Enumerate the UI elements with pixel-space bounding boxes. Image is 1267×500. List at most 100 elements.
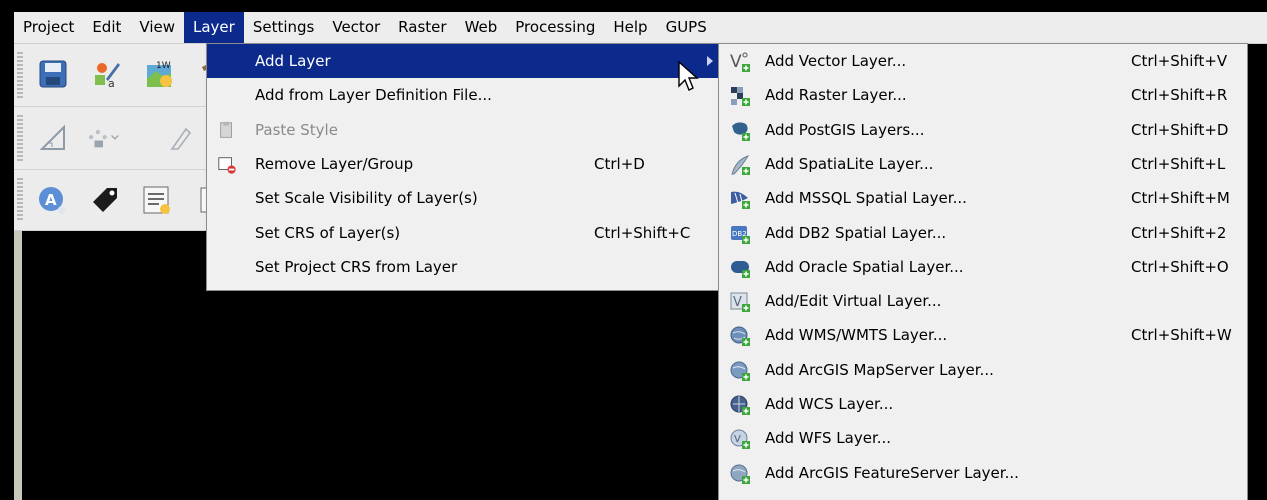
add-layer-submenu-item[interactable]: Add PostGIS Layers... Ctrl+Shift+D (719, 113, 1247, 147)
layer-menu-item-label: Set Scale Visibility of Layer(s) (255, 189, 478, 208)
add-layer-submenu-item[interactable]: Add ArcGIS MapServer Layer... (719, 353, 1247, 387)
digitize-node-icon[interactable] (86, 121, 120, 155)
layer-menu-item[interactable]: Set Project CRS from Layer (207, 250, 721, 284)
layer-menu-item-label: Set Project CRS from Layer (255, 257, 458, 276)
toolbar-digitizing (14, 107, 234, 170)
menu-project[interactable]: Project (14, 12, 83, 43)
menu-help[interactable]: Help (604, 12, 656, 43)
layer-menu-item[interactable]: Set Scale Visibility of Layer(s) (207, 181, 721, 215)
toolbar-project: a 1W (14, 44, 234, 107)
layer-menu-item[interactable]: Add Layer (207, 44, 721, 78)
add-layer-submenu-item[interactable]: Add ArcGIS FeatureServer Layer... (719, 456, 1247, 490)
svg-text:1W: 1W (156, 61, 171, 71)
menu-processing[interactable]: Processing (506, 12, 604, 43)
add-layer-submenu-item-label: Add WMS/WMTS Layer... (765, 326, 948, 345)
menu-view[interactable]: View (130, 12, 184, 43)
menu-vector[interactable]: Vector (323, 12, 389, 43)
add-layer-submenu-item[interactable]: V Add Vector Layer... Ctrl+Shift+V (719, 44, 1247, 78)
map-canvas[interactable] (14, 231, 214, 500)
add-layer-submenu-item-label: Add DB2 Spatial Layer... (765, 223, 947, 242)
layer-menu-dropdown: Add Layer Add from Layer Definition File.… (206, 43, 722, 291)
add-layer-submenu-item-shortcut: Ctrl+Shift+W (1131, 326, 1232, 345)
add-layer-submenu-item-shortcut: Ctrl+Shift+2 (1131, 223, 1227, 242)
add-layer-submenu-item-shortcut: Ctrl+Shift+M (1131, 189, 1230, 208)
postgis-icon (730, 120, 752, 142)
layer-menu-item[interactable]: Set CRS of Layer(s) Ctrl+Shift+C (207, 216, 721, 250)
layer-menu-item-label: Paste Style (255, 120, 338, 139)
spatialite-icon (730, 154, 752, 176)
wcs-globe-icon (730, 394, 752, 416)
add-layer-submenu-item-label: Add MSSQL Spatial Layer... (765, 189, 967, 208)
layer-menu-item[interactable]: Add from Layer Definition File... (207, 78, 721, 112)
toolbar-labels: A (14, 170, 234, 231)
wfs-globe-icon: V (730, 428, 752, 450)
add-layer-submenu-item-shortcut: Ctrl+Shift+O (1131, 257, 1229, 276)
add-layer-submenu-item[interactable]: Add Raster Layer... Ctrl+Shift+R (719, 78, 1247, 112)
add-layer-submenu-item-label: Add SpatiaLite Layer... (765, 154, 934, 173)
remove-layer-icon (217, 155, 237, 175)
clipboard-icon (217, 121, 237, 141)
mouse-cursor-icon (678, 60, 699, 91)
svg-text:A: A (45, 191, 57, 209)
measure-icon[interactable] (36, 121, 70, 155)
layer-menu-item: Paste Style (207, 113, 721, 147)
new-map-icon[interactable]: 1W (142, 57, 176, 91)
attribute-table-icon[interactable] (140, 183, 174, 217)
label-icon[interactable]: A (36, 183, 70, 217)
add-layer-submenu-item[interactable]: Add WMS/WMTS Layer... Ctrl+Shift+W (719, 318, 1247, 352)
add-layer-submenu-item[interactable]: Add MSSQL Spatial Layer... Ctrl+Shift+M (719, 181, 1247, 215)
layer-menu-item-label: Add Layer (255, 52, 331, 70)
raster-layer-icon (730, 85, 752, 107)
virtual-layer-icon: V (730, 291, 752, 313)
menu-gups[interactable]: GUPS (657, 12, 716, 43)
toolbar-grip[interactable] (17, 178, 23, 222)
layer-menu-item-label: Set CRS of Layer(s) (255, 223, 401, 242)
map-canvas-edge (14, 231, 22, 500)
qgis-window: Project Edit View Layer Settings Vector … (14, 12, 1267, 500)
add-layer-submenu-item-label: Add Oracle Spatial Layer... (765, 257, 964, 276)
add-layer-submenu-item[interactable]: Add SpatiaLite Layer... Ctrl+Shift+L (719, 147, 1247, 181)
menu-raster[interactable]: Raster (389, 12, 455, 43)
add-layer-submenu-item-label: Add ArcGIS FeatureServer Layer... (765, 463, 1019, 482)
oracle-icon (730, 257, 752, 279)
add-layer-submenu-item-shortcut: Ctrl+Shift+D (1131, 120, 1229, 139)
add-layer-submenu-item-label: Add PostGIS Layers... (765, 120, 925, 139)
add-layer-submenu-item[interactable]: V Add/Edit Virtual Layer... (719, 284, 1247, 318)
layer-menu-item-shortcut: Ctrl+Shift+C (594, 223, 691, 242)
tag-icon[interactable] (88, 183, 122, 217)
add-layer-submenu-item-label: Add ArcGIS MapServer Layer... (765, 360, 994, 379)
menu-web[interactable]: Web (456, 12, 507, 43)
layer-menu-item[interactable]: Remove Layer/Group Ctrl+D (207, 147, 721, 181)
vector-layer-icon: V (730, 51, 752, 73)
layer-menu-item-label: Add from Layer Definition File... (255, 86, 492, 105)
db2-icon: DB2 (730, 223, 752, 245)
add-layer-submenu: V Add Vector Layer... Ctrl+Shift+V Add Rast… (718, 43, 1248, 500)
pan-icon[interactable] (164, 121, 198, 155)
menubar: Project Edit View Layer Settings Vector … (14, 12, 1267, 44)
arcgis-featureserver-icon (730, 463, 752, 485)
add-layer-submenu-item-shortcut: Ctrl+Shift+V (1131, 52, 1228, 70)
svg-text:V: V (730, 52, 742, 72)
add-layer-submenu-item-label: Add WCS Layer... (765, 395, 894, 413)
menu-settings[interactable]: Settings (244, 12, 324, 43)
add-layer-submenu-item[interactable]: DB2 Add DB2 Spatial Layer... Ctrl+Shift+2 (719, 216, 1247, 250)
save-project-icon[interactable] (36, 57, 70, 91)
menu-edit[interactable]: Edit (83, 12, 130, 43)
svg-text:a: a (108, 77, 115, 89)
layer-menu-item-label: Remove Layer/Group (255, 154, 414, 173)
add-layer-submenu-item-label: Add/Edit Virtual Layer... (765, 292, 942, 311)
add-layer-submenu-item[interactable]: Add Oracle Spatial Layer... Ctrl+Shift+O (719, 250, 1247, 284)
mssql-icon (730, 188, 752, 210)
toolbar-grip[interactable] (17, 52, 23, 98)
arcgis-mapserver-icon (730, 360, 752, 382)
toolbar-grip[interactable] (17, 115, 23, 161)
add-layer-submenu-item-label: Add Vector Layer... (765, 52, 907, 70)
add-layer-submenu-item-shortcut: Ctrl+Shift+L (1131, 154, 1226, 173)
style-manager-icon[interactable]: a (90, 57, 124, 91)
add-layer-submenu-item[interactable]: V Add WFS Layer... (719, 421, 1247, 455)
svg-text:V: V (733, 295, 742, 310)
add-layer-submenu-item[interactable]: Add WCS Layer... (719, 387, 1247, 421)
layer-menu-item-shortcut: Ctrl+D (594, 154, 645, 173)
menu-layer[interactable]: Layer (184, 12, 244, 43)
add-layer-submenu-item-shortcut: Ctrl+Shift+R (1131, 86, 1228, 105)
